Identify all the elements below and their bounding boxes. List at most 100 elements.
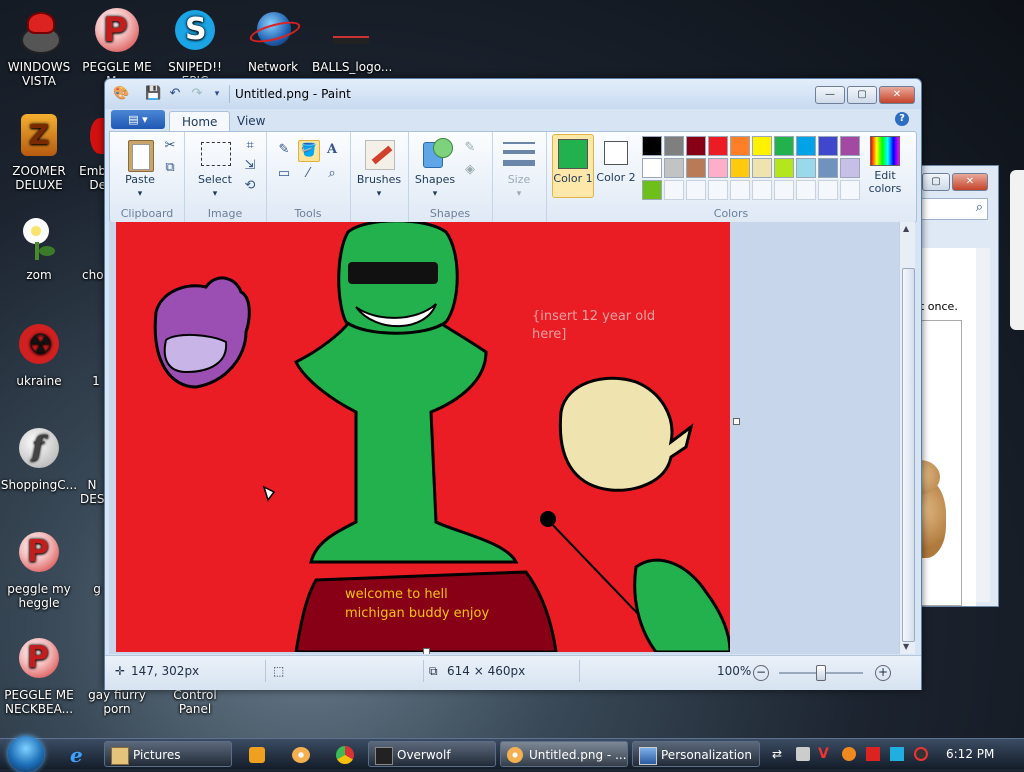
palette-swatch-empty[interactable] <box>686 180 706 200</box>
tray-v-icon[interactable]: V <box>818 747 832 761</box>
desktop-icon-cho[interactable]: cho <box>78 216 104 282</box>
tray-app-icon[interactable] <box>796 747 810 761</box>
magnifier-icon[interactable]: ⌕ <box>322 164 342 184</box>
tray-search-icon[interactable] <box>842 747 856 761</box>
tray-expand-icon[interactable]: ⇄ <box>772 747 786 761</box>
fill-bucket-icon[interactable]: 🪣 <box>298 140 320 162</box>
desktop-icon-one[interactable]: 1 <box>88 322 104 388</box>
desktop-icon-ukraine[interactable]: ☢ ukraine <box>0 322 78 388</box>
palette-swatch[interactable] <box>708 158 728 178</box>
desktop-icon-sniped-epic[interactable]: S SNIPED!! EPIC <box>156 8 234 88</box>
tray-circle-icon[interactable] <box>914 747 928 761</box>
paint-menu-button[interactable]: ▤ ▾ <box>111 110 165 129</box>
palette-swatch[interactable] <box>840 158 860 178</box>
save-icon[interactable]: 💾 <box>145 86 161 102</box>
tray-monitor-icon[interactable] <box>890 747 904 761</box>
desktop-icon-zom[interactable]: zom <box>0 216 78 282</box>
desktop-icon-zoomer-deluxe[interactable]: Z ZOOMER DELUXE <box>0 112 78 192</box>
desktop-icon-desk[interactable]: N DES <box>80 426 104 506</box>
palette-swatch[interactable] <box>730 136 750 156</box>
palette-swatch[interactable] <box>686 136 706 156</box>
palette-swatch[interactable] <box>796 158 816 178</box>
shapes-button[interactable]: Shapes ▾ <box>412 138 458 201</box>
palette-swatch[interactable] <box>730 158 750 178</box>
tab-view[interactable]: View <box>225 111 277 131</box>
desktop-icon-emb-de[interactable]: Emb De <box>72 112 106 192</box>
edit-colors-button[interactable]: Edit colors <box>862 136 908 195</box>
canvas-resize-handle-right[interactable] <box>733 418 740 425</box>
start-button[interactable] <box>8 736 44 772</box>
color1-button[interactable]: Color 1 <box>552 134 594 198</box>
zoom-slider-thumb[interactable] <box>816 665 826 681</box>
chrome-icon[interactable] <box>334 744 356 766</box>
fill-icon[interactable]: ◈ <box>460 160 480 180</box>
taskbar-paint[interactable]: Untitled.png - ... <box>500 741 628 767</box>
palette-swatch-empty[interactable] <box>818 180 838 200</box>
desktop-icon-peggle-me[interactable]: P PEGGLE ME M... <box>78 8 156 88</box>
palette-swatch-empty[interactable] <box>708 180 728 200</box>
palette-swatch[interactable] <box>818 136 838 156</box>
palette-swatch[interactable] <box>840 136 860 156</box>
palette-swatch[interactable] <box>752 158 772 178</box>
zoom-in-button[interactable]: + <box>875 665 891 681</box>
palette-swatch[interactable] <box>752 136 772 156</box>
palette-swatch[interactable] <box>796 136 816 156</box>
palette-swatch[interactable] <box>642 136 662 156</box>
paste-button[interactable]: Paste ▾ <box>118 138 162 201</box>
bg-maximize-button[interactable]: ▢ <box>922 173 950 191</box>
bg-close-button[interactable]: ✕ <box>952 173 988 191</box>
crop-icon[interactable]: ⌗ <box>240 136 260 156</box>
paint-app-icon[interactable]: 🎨 <box>113 86 129 102</box>
taskbar-clock[interactable]: 6:12 PM <box>946 747 994 761</box>
palette-swatch[interactable] <box>642 180 662 200</box>
palette-swatch-empty[interactable] <box>730 180 750 200</box>
outline-icon[interactable]: ✎ <box>460 138 480 158</box>
color-picker-icon[interactable]: ⁄ <box>298 164 318 184</box>
paint-titlebar[interactable]: 🎨 💾 ↶ ↷ ▾ Untitled.png - Paint — ▢ ✕ <box>105 79 921 109</box>
close-button[interactable]: ✕ <box>879 86 915 104</box>
desktop-icon-windows-vista[interactable]: WINDOWS VISTA <box>0 8 78 88</box>
bg-scrollbar[interactable] <box>976 248 990 602</box>
palette-swatch[interactable] <box>642 158 662 178</box>
pencil-icon[interactable]: ✎ <box>274 140 294 160</box>
maximize-button[interactable]: ▢ <box>847 86 877 104</box>
canvas-resize-handle-bottom[interactable] <box>423 648 430 654</box>
redo-icon[interactable]: ↷ <box>189 86 205 102</box>
palette-swatch[interactable] <box>708 136 728 156</box>
zoom-out-button[interactable]: − <box>753 665 769 681</box>
color2-button[interactable]: Color 2 <box>596 134 636 196</box>
select-button[interactable]: Select ▾ <box>190 138 240 201</box>
palette-swatch[interactable] <box>774 158 794 178</box>
palette-swatch-empty[interactable] <box>774 180 794 200</box>
cut-icon[interactable]: ✂ <box>160 136 180 156</box>
rotate-icon[interactable]: ⟲ <box>240 176 260 196</box>
scroll-down-icon[interactable]: ▼ <box>903 642 909 651</box>
undo-icon[interactable]: ↶ <box>167 86 183 102</box>
palette-swatch[interactable] <box>686 158 706 178</box>
desktop-icon-balls-logo[interactable]: BALLS_logo... <box>312 8 392 74</box>
paint-window[interactable]: 🎨 💾 ↶ ↷ ▾ Untitled.png - Paint — ▢ ✕ ▤ ▾… <box>104 78 922 690</box>
palette-swatch-empty[interactable] <box>840 180 860 200</box>
desktop-icon-g[interactable]: g <box>90 530 104 596</box>
bg-search-box[interactable]: ⌕ <box>920 198 988 220</box>
scrollbar-thumb[interactable] <box>902 268 915 642</box>
desktop-icon-peggle-my-heggle[interactable]: P peggle my heggle <box>0 530 78 610</box>
eraser-icon[interactable]: ▭ <box>274 164 294 184</box>
palette-swatch[interactable] <box>774 136 794 156</box>
help-icon[interactable]: ? <box>895 112 909 126</box>
taskbar-overwolf[interactable]: Overwolf <box>368 741 496 767</box>
paint-palette-icon[interactable] <box>290 744 312 766</box>
desktop-icon-shopping[interactable]: f ShoppingC... <box>0 426 78 492</box>
palette-swatch[interactable] <box>664 136 684 156</box>
internet-explorer-icon[interactable]: e <box>70 744 92 766</box>
text-tool-icon[interactable]: A <box>322 140 342 160</box>
palette-swatch[interactable] <box>664 158 684 178</box>
size-button[interactable]: Size ▾ <box>498 138 540 201</box>
brushes-button[interactable]: Brushes ▾ <box>354 138 404 201</box>
palette-swatch-empty[interactable] <box>752 180 772 200</box>
drawing-canvas[interactable]: {insert 12 year old here] welcome to hel… <box>116 222 730 652</box>
quick-access-dropdown-icon[interactable]: ▾ <box>209 86 225 102</box>
tab-home[interactable]: Home <box>169 111 231 132</box>
palette-swatch-empty[interactable] <box>796 180 816 200</box>
vertical-scrollbar[interactable]: ▲ ▼ <box>899 222 915 654</box>
